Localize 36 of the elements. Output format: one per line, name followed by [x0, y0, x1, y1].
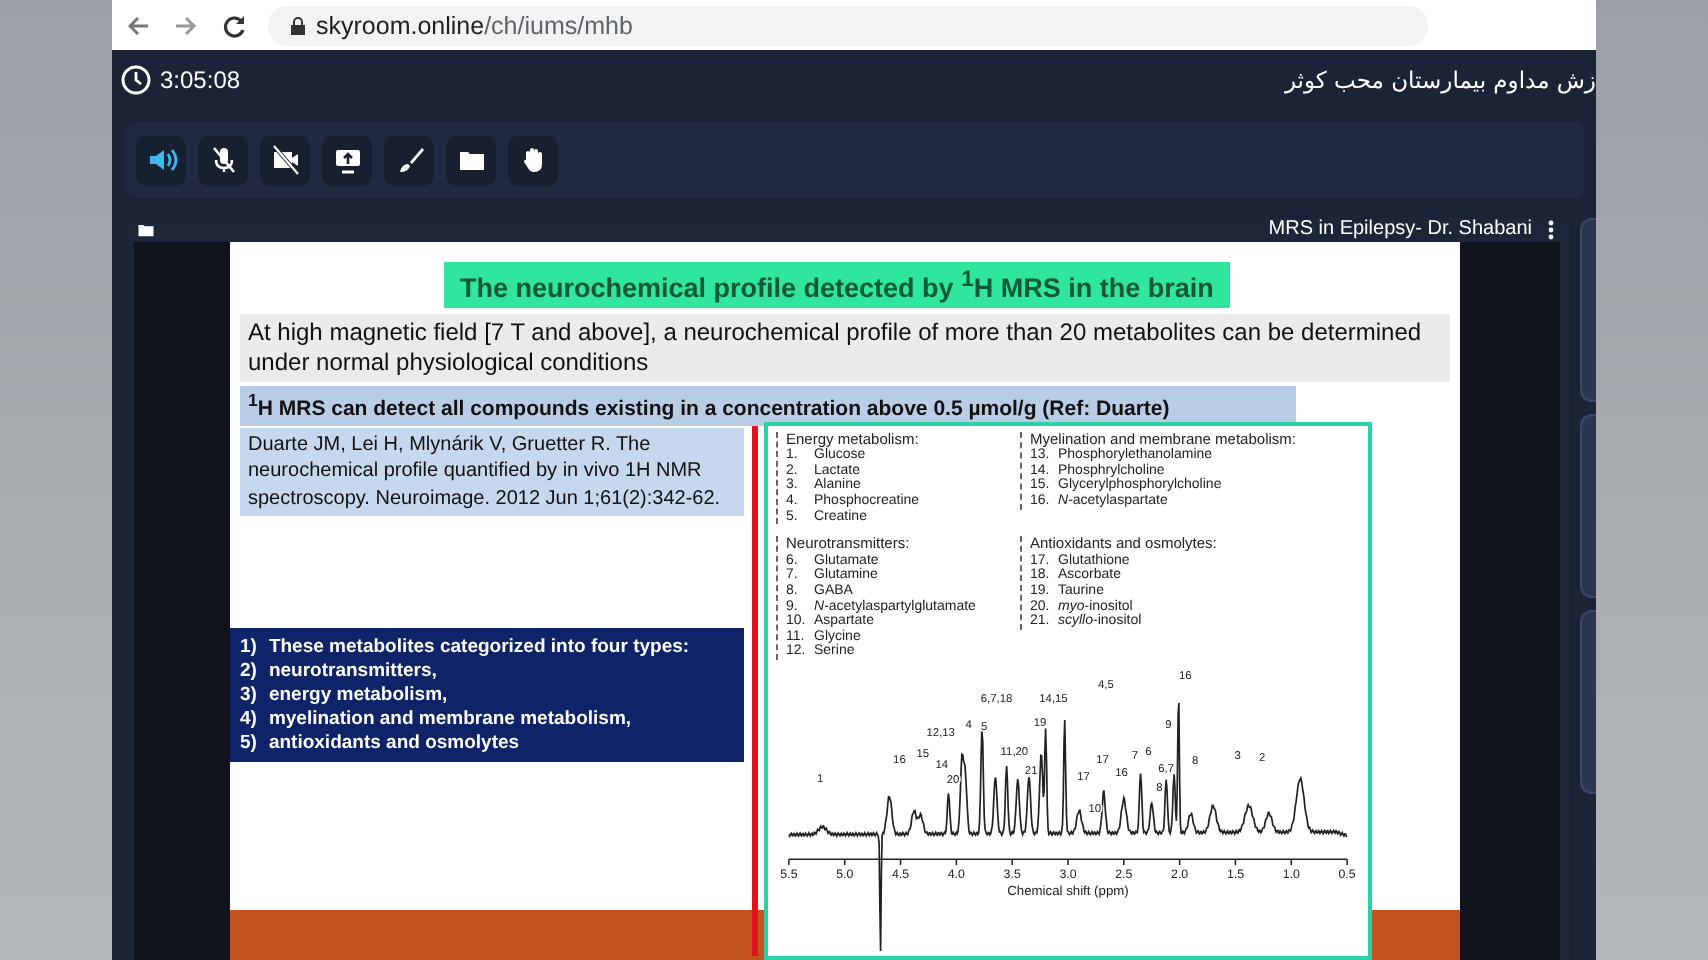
speaker-icon — [145, 144, 177, 176]
screen-share-icon — [331, 144, 363, 176]
list-text: antioxidants and osmolytes — [268, 732, 520, 755]
list-number: 5) — [240, 732, 257, 755]
clock-icon — [120, 64, 152, 96]
camera-muted-icon — [269, 144, 301, 176]
brush-button[interactable] — [384, 135, 434, 185]
list-text: neurotransmitters, — [268, 660, 437, 683]
list-text: energy metabolism, — [268, 684, 448, 707]
list-number: 1) — [240, 636, 257, 659]
highlight-note: $^{1}$H MRS can detect all compounds existing in a concentration above 0.5 µmol/g (Ref: Duarte) — [240, 386, 1296, 426]
list-text: These metabolites categorized into four types: — [268, 636, 690, 659]
list-number: 2) — [240, 660, 257, 683]
slide-title: The neurochemical profile detected by $^{1}$H MRS in the brain — [444, 261, 1230, 309]
folder-icon[interactable] — [136, 219, 156, 240]
screen-button[interactable] — [322, 135, 372, 185]
mic-off-button[interactable] — [198, 135, 248, 185]
lock-icon — [288, 15, 308, 35]
back-icon[interactable] — [124, 11, 152, 39]
reload-icon[interactable] — [220, 11, 248, 39]
list-number: 3) — [240, 684, 257, 707]
list-text: myelination and membrane metabolism, — [268, 708, 632, 731]
presentation-title: MRS in Epilepsy- Dr. Shabani — [1268, 218, 1532, 241]
forward-icon[interactable] — [172, 11, 200, 39]
more-menu-icon[interactable] — [1548, 219, 1554, 240]
citation-text: Duarte JM, Lei H, Mlynárik V, Gruetter R. The neurochemical profile quantified by in vivo 1H NMR spectroscopy. Neuroimage. 2012 Jun 1;61(2):342-62. — [240, 427, 744, 517]
hand-button[interactable] — [508, 135, 558, 185]
url-field[interactable]: skyroom.online/ch/iums/mhb — [268, 5, 1428, 45]
list-number: 4) — [240, 708, 257, 731]
room-title: زش مداوم بیمارستان محب کوثر — [1284, 66, 1596, 94]
camera-off-button[interactable] — [260, 135, 310, 185]
microphone-muted-icon — [207, 144, 239, 176]
speaker-button[interactable] — [136, 135, 186, 185]
intro-text: At high magnetic field [7 T and above], a neurochemical profile of more than 20 metabolites can be determined under normal physiological conditions — [240, 314, 1450, 383]
session-timer: 3:05:08 — [160, 66, 241, 94]
folder-button[interactable] — [446, 135, 496, 185]
